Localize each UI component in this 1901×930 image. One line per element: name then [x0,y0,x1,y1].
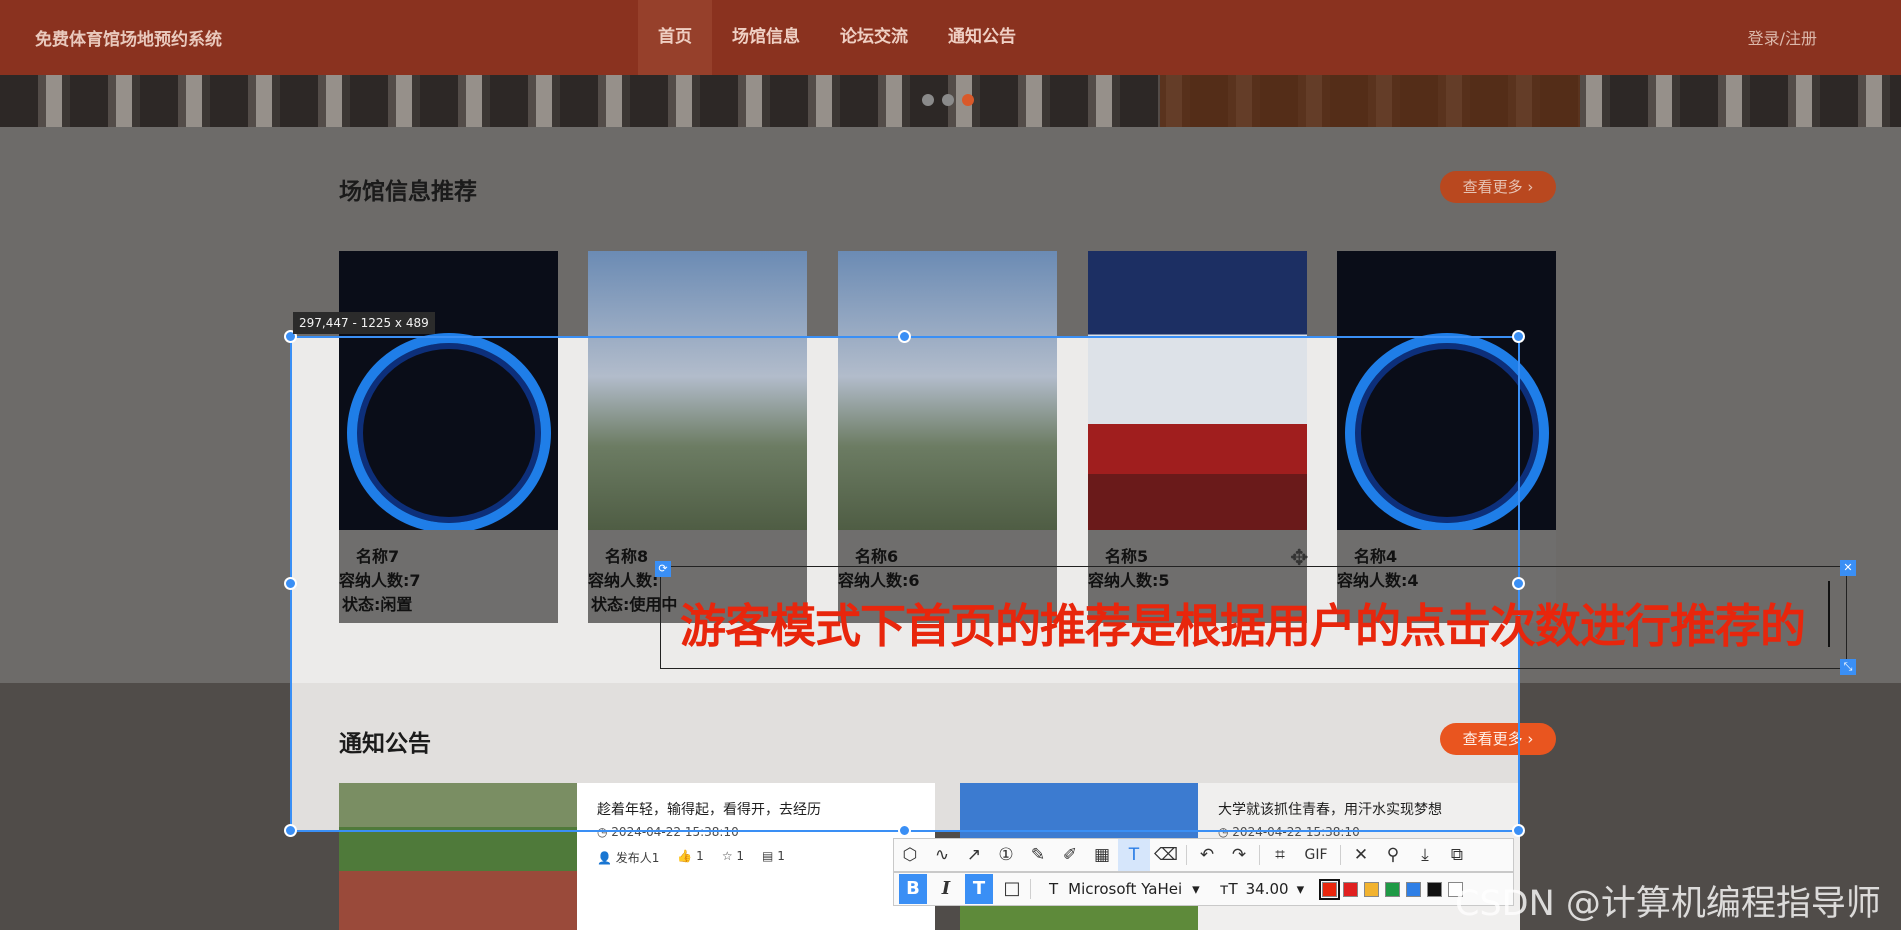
site-title[interactable]: 免费体育馆场地预约系统 [35,25,222,50]
text-format-toolbar: B I T □ T Microsoft YaHei ▾ ᴛT 34.00 ▾ [893,872,1514,906]
resize-handle[interactable] [898,824,911,837]
star-icon[interactable]: ☆ 1 [722,849,744,866]
resize-handle[interactable] [898,330,911,343]
copy-icon[interactable]: ⧉ [1441,839,1473,871]
resize-handle[interactable] [284,824,297,837]
font-size-select[interactable]: ᴛT 34.00 ▾ [1220,874,1304,904]
color-swatch[interactable] [1319,878,1341,900]
main-nav: 首页 场馆信息 论坛交流 通知公告 [638,0,1036,75]
close-icon[interactable]: ✕ [1345,839,1377,871]
arrow-icon[interactable]: ↗ [958,839,990,871]
bold-icon[interactable]: B [899,874,927,904]
italic-icon[interactable]: I [932,874,960,904]
carousel-dots [922,94,974,106]
text-fill-icon[interactable]: T [965,874,993,904]
color-swatch[interactable] [1406,881,1422,897]
venues-section-title: 场馆信息推荐 [339,179,477,205]
annotation-text[interactable]: 游客模式下首页的推荐是根据用户的点击次数进行推荐的 [680,590,1806,656]
carousel-dot[interactable] [942,94,954,106]
banner-carousel [0,75,1901,127]
carousel-dot[interactable] [922,94,934,106]
color-swatches [1319,878,1464,900]
redo-icon[interactable]: ↷ [1223,839,1255,871]
selection-size-label: 297,447 - 1225 x 489 [293,312,435,334]
font-family-select[interactable]: T Microsoft YaHei ▾ [1049,874,1200,904]
eraser-icon[interactable]: ⌫ [1150,839,1182,871]
marker-icon[interactable]: ✐ [1054,839,1086,871]
record-icon[interactable]: ⌗ [1264,839,1296,871]
resize-handle[interactable] [1512,824,1525,837]
venues-more-button[interactable]: 查看更多 › [1440,171,1556,203]
watermark: CSDN @计算机编程指导师 [1455,884,1881,924]
chevron-down-icon: ▾ [1296,880,1305,898]
color-swatch[interactable] [1427,881,1443,897]
chevron-down-icon: ▾ [1192,880,1200,898]
shape-icon[interactable]: ⬡ [894,839,926,871]
nav-venues[interactable]: 场馆信息 [712,0,820,75]
curve-icon[interactable]: ∿ [926,839,958,871]
font-size-icon: ᴛT [1219,880,1238,898]
author-icon: 👤 发布人1 [597,851,660,865]
carousel-dot-active[interactable] [962,94,974,106]
pen-icon[interactable]: ✎ [1022,839,1054,871]
close-annotation-icon[interactable]: ✕ [1840,560,1856,576]
move-cursor-icon: ✥ [1290,546,1309,571]
color-swatch[interactable] [1364,881,1380,897]
nav-forum[interactable]: 论坛交流 [820,0,928,75]
like-icon[interactable]: 👍 1 [677,849,703,866]
resize-handle[interactable] [1512,330,1525,343]
login-register-link[interactable]: 登录/注册 [1748,25,1817,49]
download-icon[interactable]: ⤓ [1409,839,1441,871]
top-navbar: 免费体育馆场地预约系统 首页 场馆信息 论坛交流 通知公告 登录/注册 [0,0,1901,75]
notice-meta: 👤 发布人1 👍 1 ☆ 1 ▤ 1 [597,849,785,866]
text-icon[interactable]: T [1118,839,1150,871]
pin-icon[interactable]: ⚲ [1377,839,1409,871]
rotate-annotation-icon[interactable]: ⟳ [655,561,671,577]
font-name: Microsoft YaHei [1068,880,1183,898]
font-size-value: 34.00 [1245,880,1289,898]
color-swatch[interactable] [1385,881,1401,897]
comment-icon[interactable]: ▤ 1 [762,849,785,866]
resize-handle[interactable] [284,577,297,590]
undo-icon[interactable]: ↶ [1191,839,1223,871]
nav-notices[interactable]: 通知公告 [928,0,1036,75]
mosaic-icon[interactable]: ▦ [1086,839,1118,871]
text-caret [1828,581,1830,647]
number-icon[interactable]: ① [990,839,1022,871]
resize-annotation-icon[interactable]: ⤡ [1840,659,1856,675]
gif-button[interactable]: GIF [1296,839,1336,871]
capture-toolbar: ⬡ ∿ ↗ ① ✎ ✐ ▦ T ⌫ ↶ ↷ ⌗ GIF ✕ ⚲ ⤓ ⧉ [893,838,1514,872]
font-icon: T [1049,880,1059,898]
background-box-icon[interactable]: □ [998,874,1026,904]
color-swatch[interactable] [1343,881,1359,897]
nav-home[interactable]: 首页 [638,0,712,75]
